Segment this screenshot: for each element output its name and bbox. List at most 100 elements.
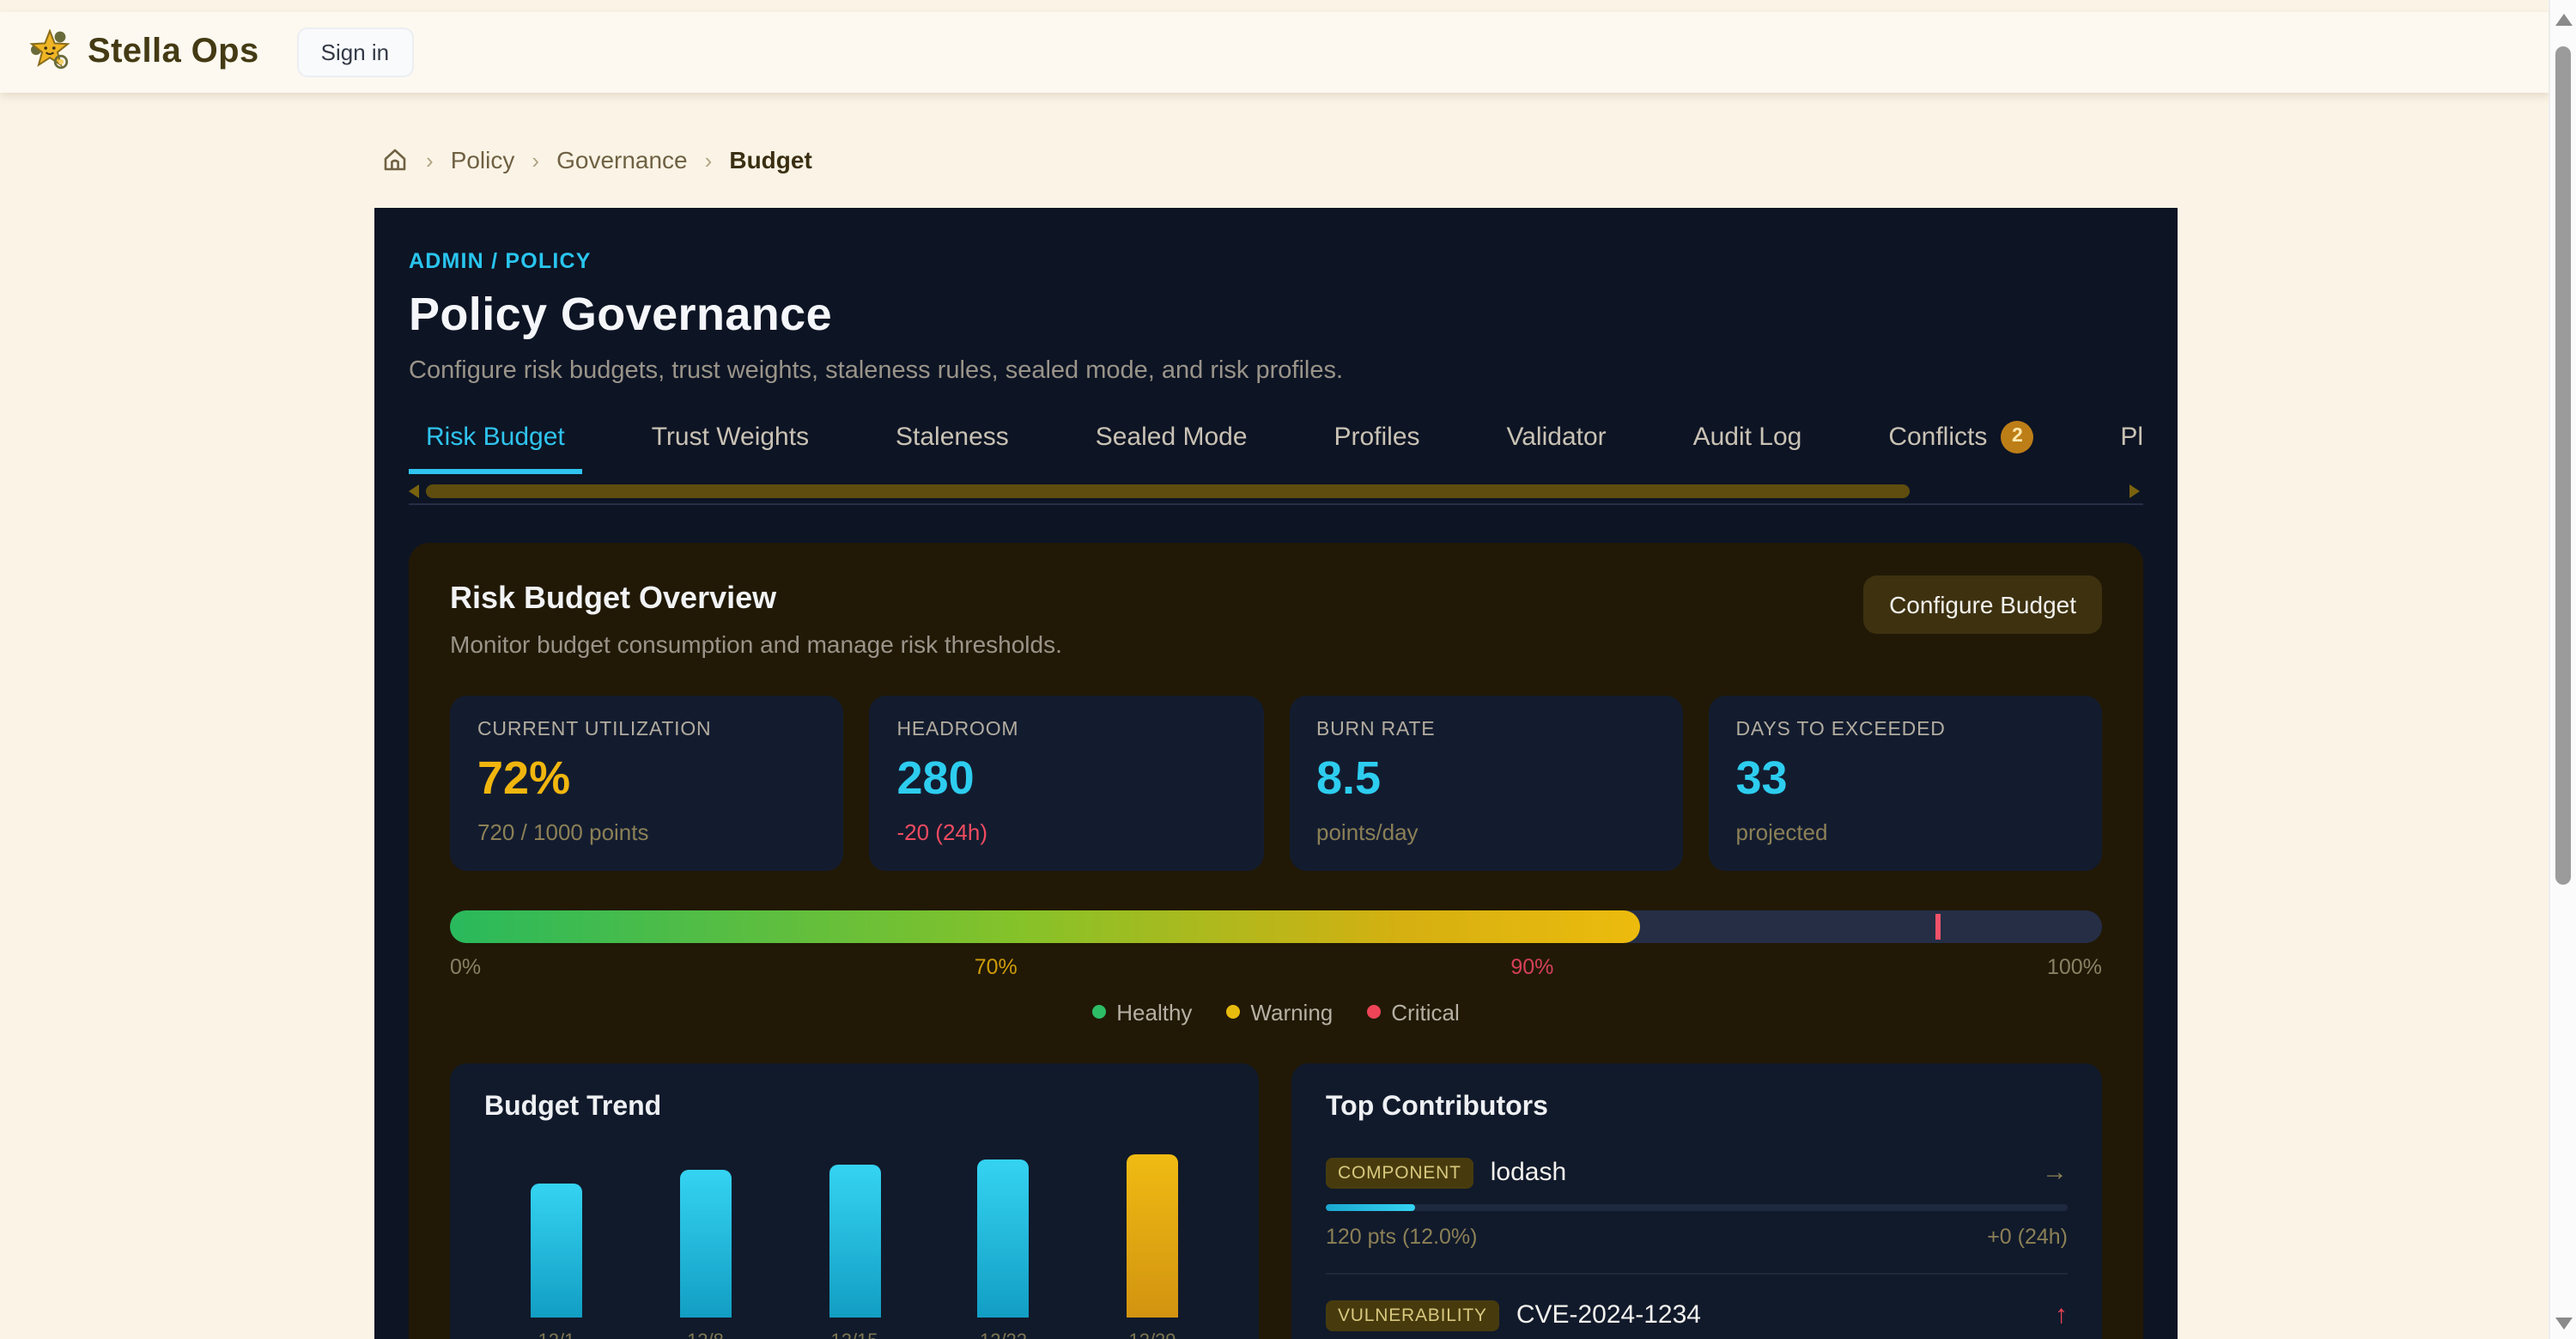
gauge-legend: Healthy Warning Critical (450, 999, 2102, 1025)
tab-trust-weights[interactable]: Trust Weights (635, 420, 826, 473)
sign-in-button[interactable]: Sign in (297, 27, 414, 76)
top-bar: Stella Ops Sign in (0, 11, 2550, 92)
browser-scrollbar[interactable] (2549, 0, 2576, 1339)
tab-truncated[interactable]: Pl (2103, 420, 2143, 473)
tabs-horizontal-scrollbar[interactable] (409, 482, 2143, 504)
stat-value: 280 (897, 752, 1236, 805)
stat-sub: projected (1736, 819, 2075, 844)
legend-critical: Critical (1367, 999, 1459, 1025)
chart-bar-group: 12/22 (978, 1159, 1030, 1339)
overview-subtitle: Monitor budget consumption and manage ri… (450, 630, 2102, 657)
chart-bar (829, 1164, 880, 1317)
breadcrumb-policy[interactable]: Policy (451, 146, 515, 173)
chart-x-label: 12/29 (1128, 1330, 1176, 1339)
breadcrumb-budget: Budget (729, 146, 811, 173)
row-divider (1326, 1272, 2068, 1274)
chart-bar-group: 12/8 (680, 1169, 732, 1339)
budget-utilization-gauge (450, 910, 2102, 942)
scroll-right-icon[interactable] (2129, 484, 2140, 497)
overview-subcards: Budget Trend 12/1 12/8 12/15 (450, 1062, 2102, 1339)
chart-x-label: 12/1 (538, 1330, 575, 1339)
contributor-rows: COMPONENT lodash → 120 pts (12.0%) +0 (2… (1326, 1157, 2068, 1339)
stat-sub: -20 (24h) (897, 819, 1236, 844)
tab-audit-log[interactable]: Audit Log (1676, 420, 1820, 473)
stat-sub: 720 / 1000 points (477, 819, 817, 844)
contributor-name: CVE-2024-1234 (1516, 1300, 1701, 1330)
gauge-critical-marker (1935, 913, 1941, 939)
chart-bar (680, 1169, 732, 1317)
risk-budget-overview-card: Risk Budget Overview Monitor budget cons… (409, 542, 2143, 1339)
legend-warning: Warning (1226, 999, 1333, 1025)
stella-ops-logo-icon (27, 29, 72, 74)
stat-headroom: HEADROOM 280 -20 (24h) (870, 695, 1264, 870)
chart-x-label: 12/8 (687, 1330, 724, 1339)
brand-name: Stella Ops (88, 32, 259, 71)
contributor-type-badge: COMPONENT (1326, 1157, 1473, 1188)
gauge-label-0: 0% (450, 954, 481, 978)
stat-label: CURRENT UTILIZATION (477, 719, 817, 739)
scroll-left-icon[interactable] (409, 484, 419, 497)
stat-label: HEADROOM (897, 719, 1236, 739)
tab-validator[interactable]: Validator (1489, 420, 1623, 473)
breadcrumb-separator: › (705, 147, 713, 173)
brand[interactable]: Stella Ops (27, 29, 259, 74)
breadcrumb-governance[interactable]: Governance (556, 146, 688, 173)
page-subtitle: Configure risk budgets, trust weights, s… (409, 356, 2143, 384)
gauge-label-100: 100% (2047, 954, 2102, 978)
critical-dot-icon (1367, 1005, 1381, 1019)
contribution-track (1326, 1203, 2068, 1210)
section-eyebrow: ADMIN / POLICY (409, 248, 2143, 272)
stat-label: DAYS TO EXCEEDED (1736, 719, 2075, 739)
tab-profiles[interactable]: Profiles (1316, 420, 1437, 473)
contributor-type-badge: VULNERABILITY (1326, 1299, 1499, 1330)
chart-bar (1127, 1153, 1178, 1317)
scrollbar-thumb[interactable] (2555, 46, 2571, 885)
budget-trend-card: Budget Trend 12/1 12/8 12/15 (450, 1062, 1259, 1339)
trend-up-arrow-icon: ↑ (2055, 1300, 2068, 1330)
conflicts-count-badge: 2 (2001, 420, 2033, 453)
contributor-name: lodash (1491, 1158, 1566, 1187)
contributor-row-cve[interactable]: VULNERABILITY CVE-2024-1234 ↑ 95 pts (9.… (1326, 1299, 2068, 1339)
stats-grid: CURRENT UTILIZATION 72% 720 / 1000 point… (450, 695, 2102, 870)
stat-value: 72% (477, 752, 817, 805)
breadcrumb-separator: › (532, 147, 539, 173)
trend-flat-arrow-icon: → (2042, 1158, 2068, 1187)
healthy-dot-icon (1092, 1005, 1106, 1019)
chart-x-label: 12/22 (980, 1330, 1027, 1339)
chart-bar-group: 12/1 (531, 1183, 582, 1339)
budget-trend-title: Budget Trend (484, 1092, 1224, 1123)
home-icon[interactable] (381, 146, 409, 173)
configure-budget-button[interactable]: Configure Budget (1863, 575, 2102, 633)
tab-conflicts[interactable]: Conflicts 2 (1871, 420, 2050, 473)
chart-bar-group: 12/15 (829, 1164, 880, 1339)
scrollbar-up-icon[interactable] (2555, 14, 2572, 26)
tab-bar: Risk Budget Trust Weights Staleness Seal… (409, 420, 2143, 475)
tab-staleness[interactable]: Staleness (878, 420, 1026, 473)
stat-value: 33 (1736, 752, 2075, 805)
tab-risk-budget[interactable]: Risk Budget (409, 420, 582, 473)
overview-title: Risk Budget Overview (450, 580, 2102, 616)
top-contributors-card: Top Contributors COMPONENT lodash → (1291, 1062, 2102, 1339)
chart-bar (978, 1159, 1030, 1317)
gauge-fill (450, 910, 1639, 942)
chart-bar (531, 1183, 582, 1317)
warning-dot-icon (1226, 1005, 1240, 1019)
top-contributors-title: Top Contributors (1326, 1092, 2068, 1123)
contributor-points: 120 pts (12.0%) (1326, 1224, 1478, 1248)
policy-governance-panel: ADMIN / POLICY Policy Governance Configu… (374, 207, 2178, 1339)
page-title: Policy Governance (409, 288, 2143, 341)
budget-trend-chart: 12/1 12/8 12/15 12/22 (484, 1179, 1224, 1339)
browser-viewport: Stella Ops Sign in › Policy › Governance… (0, 0, 2576, 1339)
scrollbar-down-icon[interactable] (2555, 1317, 2572, 1329)
contributor-row-lodash[interactable]: COMPONENT lodash → 120 pts (12.0%) +0 (2… (1326, 1157, 2068, 1248)
breadcrumb: › Policy › Governance › Budget (381, 146, 812, 173)
gauge-label-90: 90% (1510, 954, 1553, 978)
gauge-threshold-labels: 0% 70% 90% 100% (450, 954, 2102, 978)
contributor-delta: +0 (24h) (1987, 1224, 2068, 1248)
legend-healthy: Healthy (1092, 999, 1192, 1025)
chart-bar-group: 12/29 (1127, 1153, 1178, 1339)
tabs-scrollbar-thumb[interactable] (426, 484, 1909, 497)
stat-burn-rate: BURN RATE 8.5 points/day (1289, 695, 1683, 870)
stat-value: 8.5 (1316, 752, 1656, 805)
tab-sealed-mode[interactable]: Sealed Mode (1078, 420, 1265, 473)
